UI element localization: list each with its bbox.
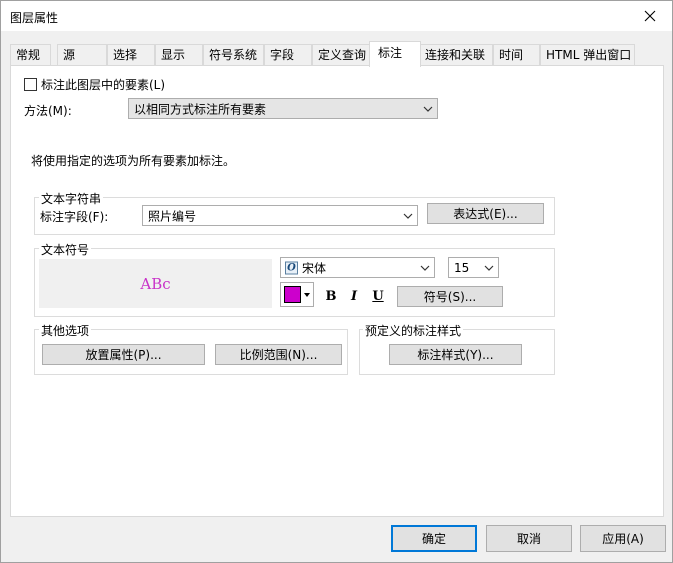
tab-label: HTML 弹出窗口 — [546, 48, 632, 62]
text-symbol-group-title: 文本符号 — [39, 241, 92, 258]
opentype-font-icon: O — [285, 261, 298, 274]
tab-label: 时间 — [499, 48, 524, 62]
tab-label: 符号系统 — [209, 48, 258, 62]
expression-button[interactable]: 表达式(E)... — [427, 203, 544, 224]
symbol-button[interactable]: 符号(S)... — [397, 286, 503, 307]
preview-text: ABc — [140, 274, 171, 293]
tab-label: 定义查询 — [318, 48, 367, 62]
tab-symbology[interactable]: 符号系统 — [203, 44, 264, 66]
tab-general[interactable]: 常规 — [10, 44, 51, 66]
apply-button-label: 应用(A) — [602, 532, 644, 546]
label-field-dropdown[interactable]: 照片编号 — [142, 205, 418, 226]
text-symbol-preview: ABc — [39, 259, 272, 308]
info-text: 将使用指定的选项为所有要素加标注。 — [31, 154, 236, 168]
scale-button-label: 比例范围(N)... — [239, 348, 318, 362]
tab-display[interactable]: 显示 — [155, 44, 203, 66]
color-swatch — [284, 286, 301, 303]
label-field-value: 照片编号 — [148, 209, 197, 223]
font-value: 宋体 — [302, 261, 327, 275]
chevron-down-icon — [423, 106, 433, 112]
tab-label: 标注 — [378, 46, 403, 60]
italic-label: I — [350, 288, 358, 304]
scale-range-button[interactable]: 比例范围(N)... — [215, 344, 342, 365]
method-value: 以相同方式标注所有要素 — [134, 102, 267, 116]
bold-button[interactable]: B — [321, 285, 341, 307]
label-features-checkbox[interactable] — [24, 78, 37, 91]
method-dropdown[interactable]: 以相同方式标注所有要素 — [128, 98, 438, 119]
close-icon — [644, 10, 656, 22]
symbol-button-label: 符号(S)... — [423, 290, 477, 304]
caret-down-icon — [304, 293, 310, 297]
tab-label: 显示 — [161, 48, 186, 62]
cancel-button[interactable]: 取消 — [486, 525, 572, 552]
chevron-down-icon — [403, 213, 413, 219]
font-size-value: 15 — [454, 260, 470, 275]
chevron-down-icon — [484, 265, 494, 271]
close-button[interactable] — [628, 1, 672, 31]
tab-label: 选择 — [113, 48, 138, 62]
placement-button-label: 放置属性(P)... — [85, 348, 162, 362]
layer-properties-dialog: 图层属性 常规 源 选择 显示 符号系统 字段 定义查询 标注 连接和关联 时间… — [0, 0, 673, 563]
underline-button[interactable]: U — [368, 285, 388, 307]
ok-button[interactable]: 确定 — [391, 525, 477, 552]
tab-fields[interactable]: 字段 — [264, 44, 312, 66]
label-styles-button-label: 标注样式(Y)... — [417, 348, 494, 362]
chevron-down-icon — [420, 265, 430, 271]
other-options-group-title: 其他选项 — [39, 322, 92, 339]
underline-label: U — [372, 288, 384, 304]
expression-button-label: 表达式(E)... — [453, 207, 518, 221]
predefined-style-group-title: 预定义的标注样式 — [363, 322, 464, 339]
text-string-group-title: 文本字符串 — [39, 190, 104, 207]
window-title: 图层属性 — [10, 11, 59, 25]
tab-joins-relates[interactable]: 连接和关联 — [419, 44, 493, 66]
font-size-dropdown[interactable]: 15 — [448, 257, 499, 278]
tab-definition-query[interactable]: 定义查询 — [312, 44, 371, 66]
font-dropdown[interactable]: O 宋体 — [280, 257, 435, 278]
label-features-checkbox-row[interactable]: 标注此图层中的要素(L) — [24, 76, 165, 93]
tab-label: 源 — [63, 48, 76, 62]
ok-button-label: 确定 — [421, 532, 446, 546]
method-label: 方法(M): — [24, 104, 72, 118]
placement-properties-button[interactable]: 放置属性(P)... — [42, 344, 205, 365]
apply-button[interactable]: 应用(A) — [580, 525, 666, 552]
tab-labels[interactable]: 标注 — [369, 41, 421, 67]
label-styles-button[interactable]: 标注样式(Y)... — [389, 344, 522, 365]
tab-selection[interactable]: 选择 — [107, 44, 155, 66]
tab-source[interactable]: 源 — [57, 44, 107, 66]
bold-label: B — [325, 288, 337, 304]
cancel-button-label: 取消 — [516, 532, 541, 546]
tab-time[interactable]: 时间 — [493, 44, 540, 66]
tab-label: 常规 — [16, 48, 41, 62]
color-picker-button[interactable] — [280, 282, 314, 307]
label-field-label: 标注字段(F): — [40, 210, 109, 224]
tab-label: 连接和关联 — [425, 48, 486, 62]
tab-label: 字段 — [270, 48, 295, 62]
tab-html-popup[interactable]: HTML 弹出窗口 — [540, 44, 635, 66]
label-features-label: 标注此图层中的要素(L) — [41, 78, 166, 92]
italic-button[interactable]: I — [344, 285, 364, 307]
title-bar: 图层属性 — [1, 1, 672, 31]
